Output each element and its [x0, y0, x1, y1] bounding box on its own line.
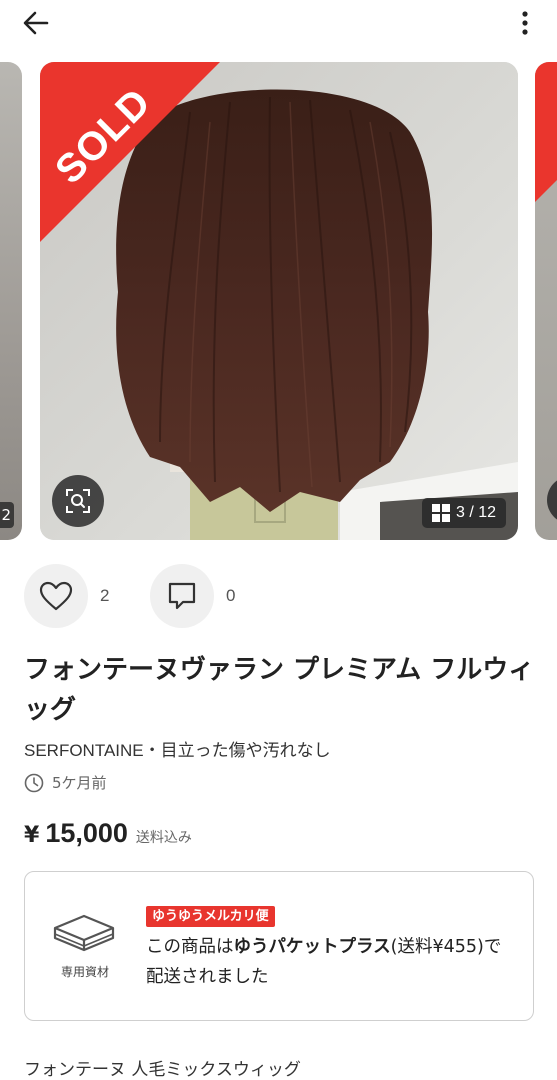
package-icon — [53, 914, 115, 952]
next-photo-sold-corner — [535, 62, 557, 232]
action-row: 2 0 — [24, 564, 262, 628]
posted-time-text: 5ケ月前 — [52, 774, 107, 792]
photo-counter[interactable]: 3 / 12 — [421, 498, 506, 528]
photo-counter-text: 3 / 12 — [455, 504, 496, 521]
back-button[interactable] — [20, 8, 52, 38]
shipping-included-note: 送料込み — [135, 830, 192, 846]
clock-icon — [24, 773, 44, 792]
shipping-card[interactable]: 専用資材 ゆうゆうメルカリ便 この商品はゆうパケットプラス(送料¥455)で配送… — [24, 871, 534, 1021]
posted-time: 5ケ月前 — [24, 772, 107, 793]
previous-photo-counter: 2 — [0, 502, 14, 528]
description-text: フォンテーヌ 人毛ミックスウィッグ — [24, 1060, 301, 1080]
shipping-text-prefix: この商品は — [146, 937, 234, 957]
next-photo-zoom-button — [547, 476, 557, 524]
more-menu-button[interactable] — [515, 8, 535, 38]
price-symbol: ¥ — [24, 823, 40, 848]
brand-condition: SERFONTAINE・目立った傷や汚れなし — [24, 741, 331, 760]
sold-banner: SOLD — [40, 62, 220, 242]
shipping-text-bold: ゆうパケットプラス — [233, 937, 391, 957]
image-search-icon — [66, 489, 90, 513]
price: ¥ 15,000 送料込み — [24, 818, 192, 849]
shipping-method-badge: ゆうゆうメルカリ便 — [146, 906, 275, 927]
main-photo[interactable]: SOLD 3 / 12 — [40, 62, 518, 540]
image-search-button[interactable] — [52, 475, 104, 527]
comment-icon — [168, 582, 196, 610]
top-bar — [0, 0, 557, 46]
more-vertical-icon — [522, 11, 528, 35]
next-photo[interactable] — [535, 62, 557, 540]
comment-count: 0 — [226, 586, 236, 605]
grid-icon — [431, 504, 450, 522]
shipping-description: この商品はゆうパケットプラス(送料¥455)で配送されました — [146, 932, 516, 992]
comment-button[interactable] — [150, 564, 214, 628]
heart-icon — [39, 581, 73, 611]
arrow-left-icon — [23, 11, 49, 35]
photo-carousel[interactable]: 2 SOLD 3 / 12 — [0, 62, 557, 540]
price-value: 15,000 — [45, 818, 128, 848]
item-title: フォンテーヌヴァラン プレミアム フルウィッグ — [24, 655, 535, 725]
like-button[interactable] — [24, 564, 88, 628]
like-count: 2 — [100, 586, 110, 605]
package-label: 専用資材 — [60, 965, 109, 979]
previous-photo[interactable]: 2 — [0, 62, 22, 540]
